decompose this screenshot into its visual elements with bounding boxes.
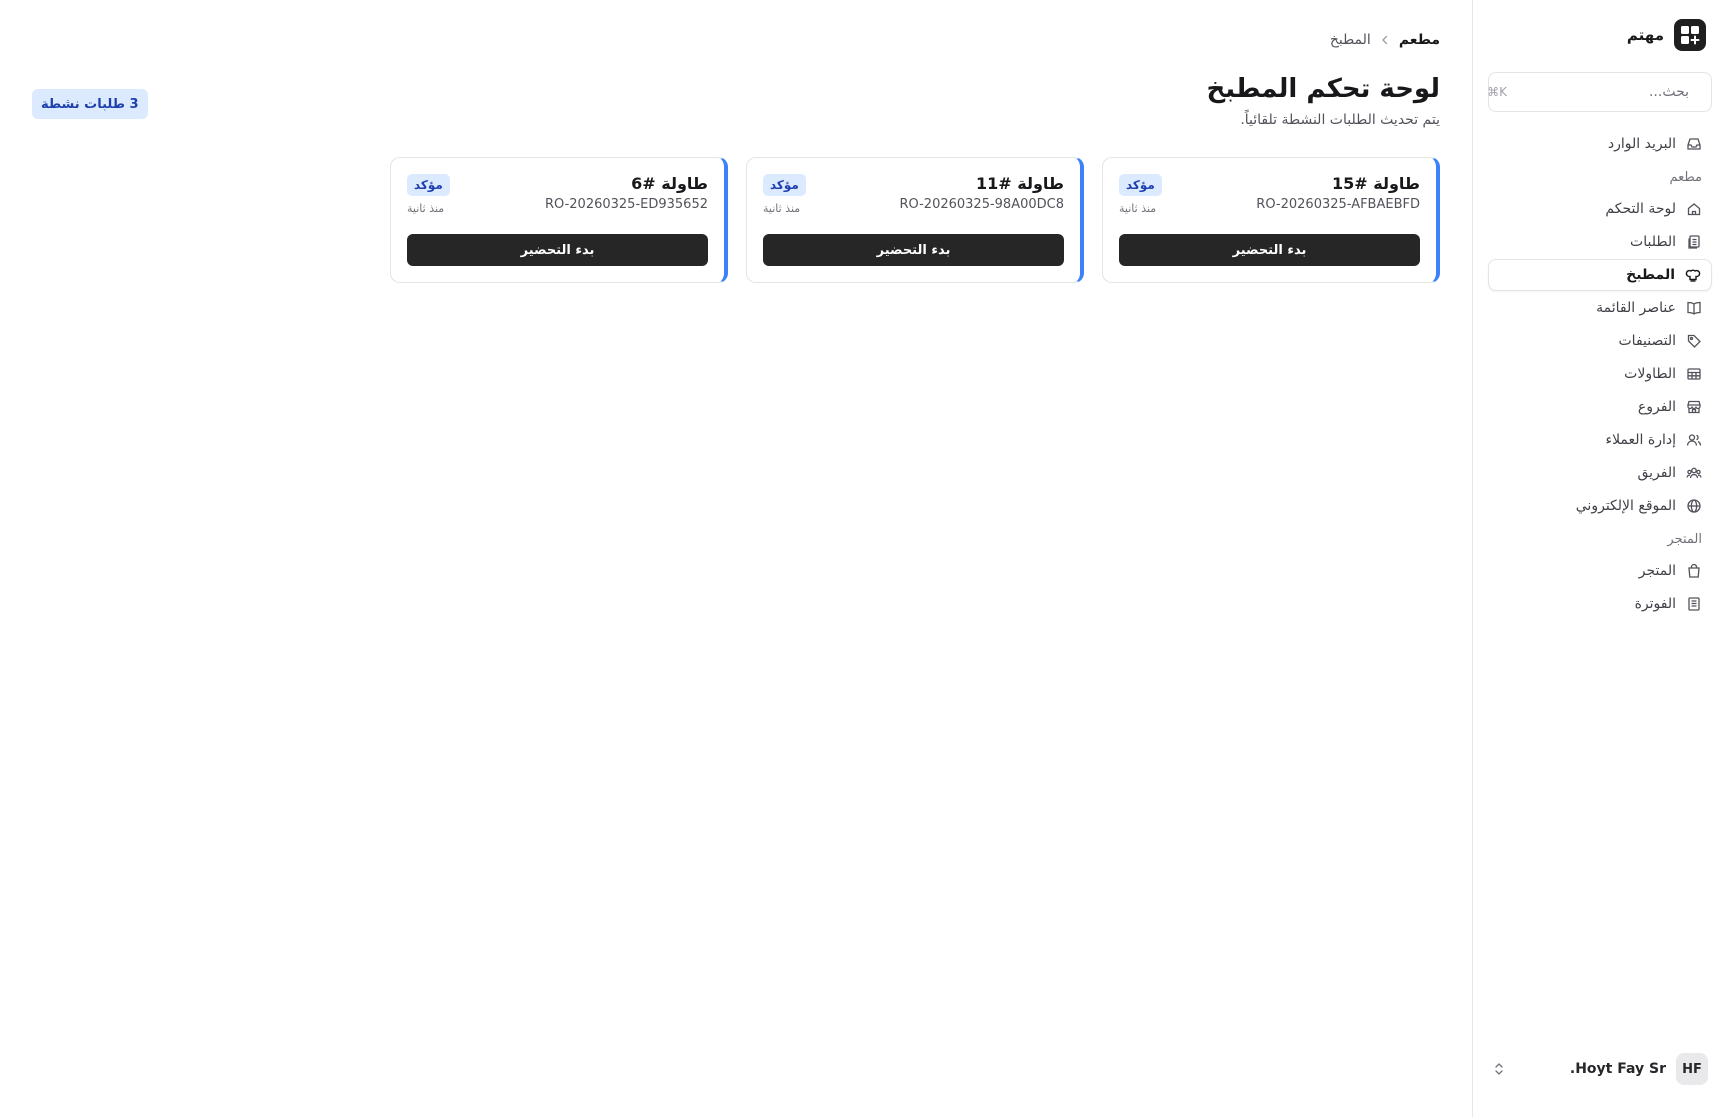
page-title: لوحة تحكم المطبخ [1206,74,1440,104]
tag-icon [1687,334,1701,348]
breadcrumb-root[interactable]: مطعم [1399,32,1440,48]
sidebar-item-tables[interactable]: الطاولات [1488,358,1712,390]
inbox-icon [1687,138,1701,150]
sidebar-item-store[interactable]: المتجر [1488,555,1712,587]
team-icon [1686,467,1702,479]
search-input[interactable] [1515,84,1689,100]
search-shortcut: ⌘K [1487,85,1507,99]
sidebar-item-label: البريد الوارد [1607,136,1676,152]
order-card: طاولة #15 RO-20260325-AFBAEBFD مؤكد منذ … [1102,157,1440,283]
order-time: منذ ثانية [763,202,801,215]
order-table-name: طاولة #6 [631,174,708,193]
brand[interactable]: مهتم [1627,19,1706,51]
orders-icon [1688,235,1700,249]
order-time: منذ ثانية [407,202,445,215]
sidebar-item-label: الطاولات [1624,366,1676,382]
sidebar-item-customers[interactable]: إدارة العملاء [1488,424,1712,456]
sidebar-item-menu-items[interactable]: عناصر القائمة [1488,292,1712,324]
sidebar-item-billing[interactable]: الفوترة [1488,588,1712,620]
sidebar-item-branches[interactable]: الفروع [1488,391,1712,423]
sidebar: مهتم ⌘K البريد الوارد مطعم لوحة التحكم [1472,0,1728,1117]
order-table-name: طاولة #11 [976,174,1064,193]
sidebar-nav: البريد الوارد مطعم لوحة التحكم الطلبات ا… [1488,128,1712,621]
receipt-icon [1688,597,1700,611]
sidebar-section-store: المتجر [1667,531,1702,547]
start-preparing-button[interactable]: بدء التحضير [763,234,1064,266]
order-card: طاولة #11 RO-20260325-98A00DC8 مؤكد منذ … [746,157,1084,283]
sidebar-item-label: الفروع [1637,399,1676,415]
sidebar-item-dashboard[interactable]: لوحة التحكم [1488,193,1712,225]
sidebar-item-categories[interactable]: التصنيفات [1488,325,1712,357]
breadcrumb-current: المطبخ [1329,32,1371,48]
start-preparing-button[interactable]: بدء التحضير [407,234,708,266]
main-content: مطعم المطبخ لوحة تحكم المطبخ يتم تحديث ا… [0,0,1472,1117]
order-id: RO-20260325-AFBAEBFD [1256,197,1420,212]
home-icon [1687,203,1701,216]
sidebar-item-label: الفوترة [1634,596,1676,612]
shopping-bag-icon [1688,563,1700,578]
sidebar-item-label: لوحة التحكم [1605,201,1676,217]
sidebar-item-kitchen[interactable]: المطبخ [1488,259,1712,291]
sidebar-item-team[interactable]: الفريق [1488,457,1712,489]
user-name: Hoyt Fay Sr. [1569,1061,1666,1077]
search-box[interactable]: ⌘K [1487,72,1712,112]
status-badge: مؤكد [1119,174,1162,196]
chevron-up-down-icon [1495,1063,1503,1075]
sidebar-item-website[interactable]: الموقع الإلكتروني [1488,490,1712,522]
sidebar-item-label: إدارة العملاء [1605,432,1677,448]
store-icon [1687,400,1701,414]
brand-name: مهتم [1626,26,1664,44]
sidebar-item-inbox[interactable]: البريد الوارد [1488,128,1712,160]
status-badge: مؤكد [763,174,806,196]
sidebar-item-label: الفريق [1637,465,1676,481]
users-icon [1686,434,1702,446]
order-time: منذ ثانية [1119,202,1157,215]
active-orders-count-badge: 3 طلبات نشطة [32,89,148,119]
start-preparing-button[interactable]: بدء التحضير [1119,234,1420,266]
sidebar-item-label: عناصر القائمة [1596,300,1676,316]
sidebar-item-label: الطلبات [1630,234,1676,250]
user-menu[interactable]: HF Hoyt Fay Sr. [1488,1049,1712,1089]
sidebar-item-label: الموقع الإلكتروني [1575,498,1676,514]
sidebar-section-restaurant: مطعم [1669,169,1702,185]
sidebar-item-label: المتجر [1638,563,1676,579]
sidebar-item-label: المطبخ [1626,267,1675,283]
order-id: RO-20260325-98A00DC8 [899,197,1064,212]
sidebar-item-orders[interactable]: الطلبات [1488,226,1712,258]
order-table-name: طاولة #15 [1332,174,1420,193]
page-subtitle: يتم تحديث الطلبات النشطة تلقائياً. [1240,112,1440,128]
orders-grid: طاولة #15 RO-20260325-AFBAEBFD مؤكد منذ … [390,157,1440,283]
chevron-left-icon [1381,35,1388,45]
sidebar-item-label: التصنيفات [1618,333,1677,349]
book-icon [1687,301,1701,315]
avatar: HF [1676,1053,1708,1085]
globe-icon [1687,499,1701,513]
chef-hat-icon [1685,269,1701,282]
order-id: RO-20260325-ED935652 [544,197,708,212]
brand-logo-icon [1674,19,1706,51]
order-card: طاولة #6 RO-20260325-ED935652 مؤكد منذ ث… [390,157,728,283]
breadcrumb: مطعم المطبخ [1330,32,1440,48]
table-icon [1687,368,1701,380]
status-badge: مؤكد [407,174,450,196]
